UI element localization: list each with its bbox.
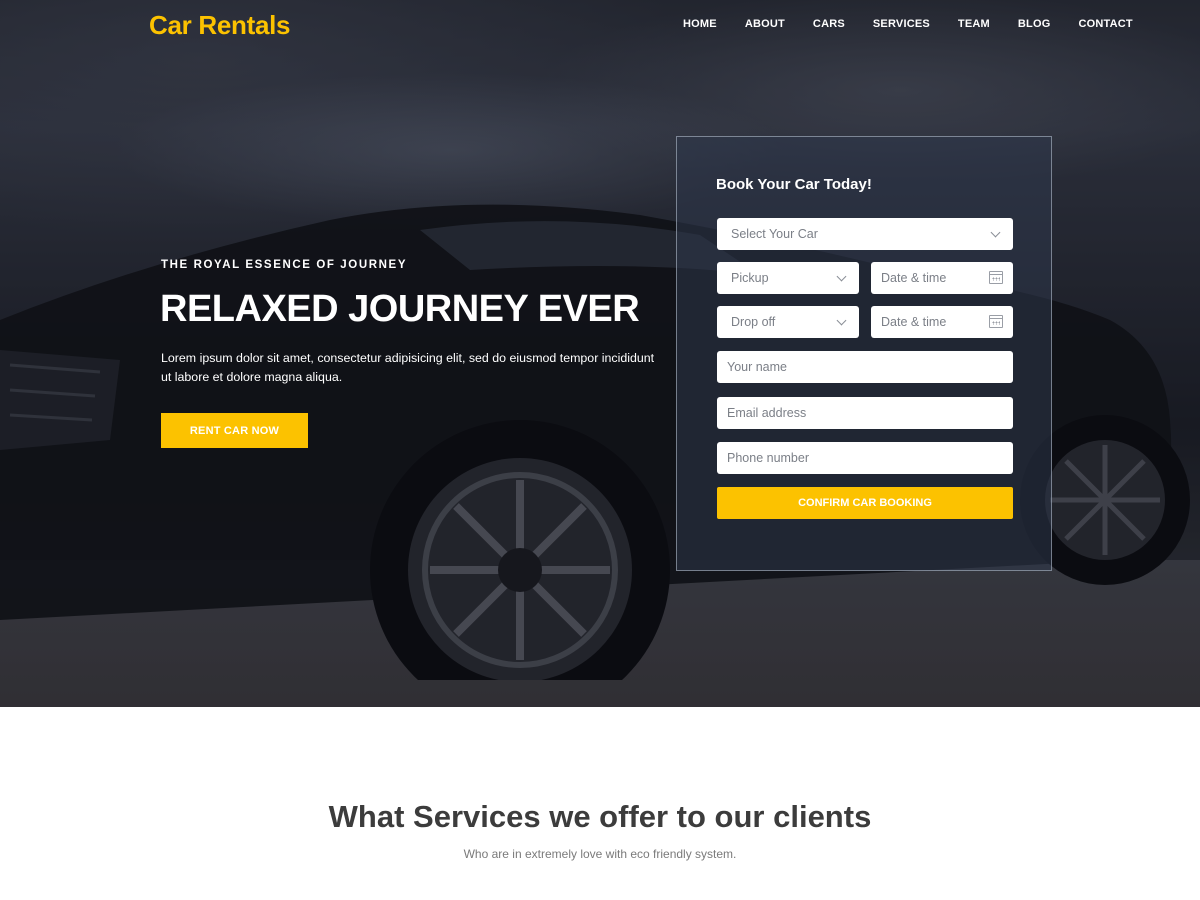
nav-team[interactable]: TEAM bbox=[958, 18, 990, 30]
select-car-label: Select Your Car bbox=[731, 227, 818, 241]
hero-kicker: THE ROYAL ESSENCE OF JOURNEY bbox=[161, 259, 408, 271]
dropoff-label: Drop off bbox=[731, 315, 776, 329]
pickup-date-placeholder: Date & time bbox=[881, 271, 947, 285]
nav-blog[interactable]: BLOG bbox=[1018, 18, 1051, 30]
services-subtitle: Who are in extremely love with eco frien… bbox=[463, 847, 737, 861]
hero-lead: Lorem ipsum dolor sit amet, consectetur … bbox=[161, 351, 655, 384]
dropoff-date-placeholder: Date & time bbox=[881, 315, 947, 329]
nav-home[interactable]: HOME bbox=[683, 18, 717, 30]
services-title: What Services we offer to our clients bbox=[328, 799, 872, 834]
chevron-down-icon bbox=[836, 315, 847, 326]
email-input[interactable] bbox=[717, 397, 1013, 429]
name-input[interactable] bbox=[717, 351, 1013, 383]
pickup-date-field[interactable]: Date & time bbox=[871, 262, 1013, 294]
dropoff-dropdown[interactable]: Drop off bbox=[717, 306, 859, 338]
hero-section: Car Rentals HOME ABOUT CARS SERVICES TEA… bbox=[0, 0, 1200, 707]
site-logo[interactable]: Car Rentals bbox=[149, 10, 291, 41]
booking-title: Book Your Car Today! bbox=[716, 176, 872, 193]
main-nav: HOME ABOUT CARS SERVICES TEAM BLOG CONTA… bbox=[683, 18, 1133, 30]
nav-about[interactable]: ABOUT bbox=[745, 18, 785, 30]
confirm-booking-button[interactable]: CONFIRM CAR BOOKING bbox=[717, 487, 1013, 519]
select-car-dropdown[interactable]: Select Your Car bbox=[717, 218, 1013, 250]
booking-panel: Book Your Car Today! Select Your Car Pic… bbox=[676, 136, 1052, 571]
pickup-dropdown[interactable]: Pickup bbox=[717, 262, 859, 294]
nav-cars[interactable]: CARS bbox=[813, 18, 845, 30]
calendar-icon bbox=[989, 315, 1003, 328]
chevron-down-icon bbox=[836, 271, 847, 282]
calendar-icon bbox=[989, 271, 1003, 284]
nav-services[interactable]: SERVICES bbox=[873, 18, 930, 30]
pickup-label: Pickup bbox=[731, 271, 769, 285]
nav-contact[interactable]: CONTACT bbox=[1078, 18, 1132, 30]
rent-car-button[interactable]: RENT CAR NOW bbox=[161, 413, 308, 448]
hero-headline: RELAXED JOURNEY EVER bbox=[160, 288, 640, 330]
chevron-down-icon bbox=[990, 227, 1001, 238]
phone-input[interactable] bbox=[717, 442, 1013, 474]
dropoff-date-field[interactable]: Date & time bbox=[871, 306, 1013, 338]
